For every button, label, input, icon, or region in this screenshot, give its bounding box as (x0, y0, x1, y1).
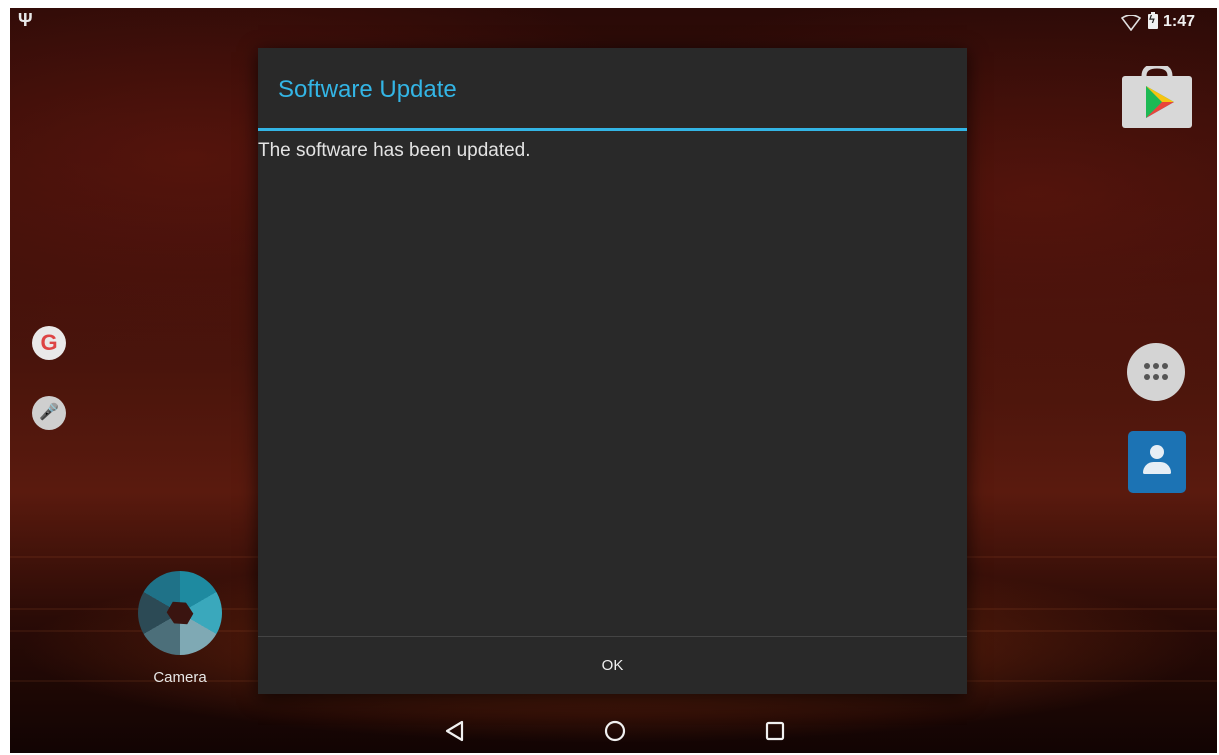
home-screen: Ψ ϟ 1:47 G 🎤 Camera Software Update The … (10, 8, 1217, 753)
navigation-bar (10, 708, 1217, 753)
usb-icon: Ψ (18, 10, 33, 30)
status-bar[interactable]: Ψ ϟ 1:47 (10, 8, 1217, 38)
home-icon[interactable] (602, 718, 628, 744)
back-icon[interactable] (442, 718, 468, 744)
google-search-icon[interactable]: G (32, 326, 66, 360)
dialog-message: The software has been updated. (258, 140, 531, 161)
camera-label: Camera (153, 669, 207, 686)
ok-button[interactable]: OK (258, 637, 967, 694)
wifi-icon (1121, 15, 1141, 31)
software-update-dialog: Software Update The software has been up… (258, 48, 967, 694)
play-store-icon[interactable] (1122, 66, 1192, 128)
app-drawer-icon[interactable] (1127, 343, 1185, 401)
contacts-icon[interactable] (1128, 431, 1186, 493)
recents-icon[interactable] (762, 718, 788, 744)
dialog-title-divider (258, 128, 967, 131)
mic-icon[interactable]: 🎤 (32, 396, 66, 430)
camera-icon[interactable] (138, 571, 222, 655)
dialog-title: Software Update (278, 76, 457, 103)
battery-charging-icon: ϟ (1148, 12, 1158, 29)
status-clock: 1:47 (1163, 13, 1196, 30)
